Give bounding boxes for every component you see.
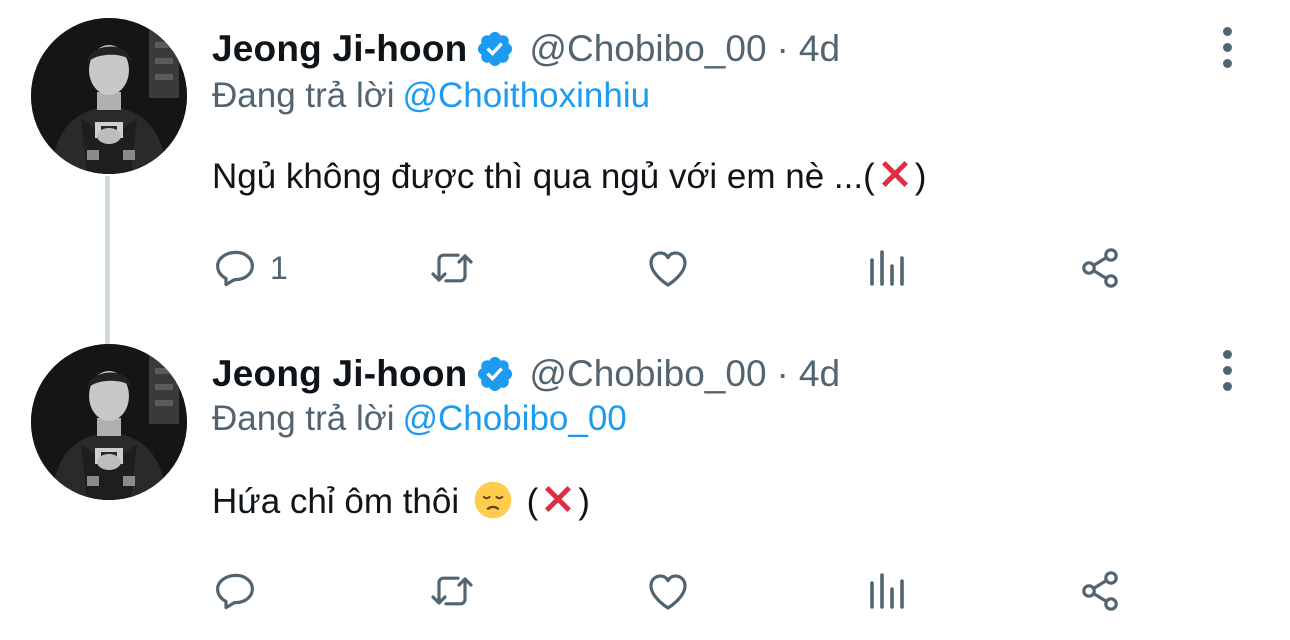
- avatar[interactable]: [31, 344, 187, 500]
- tweet-text: Hứa chỉ ôm thôi (): [212, 479, 590, 522]
- more-vertical-icon-dot: [1222, 58, 1232, 68]
- retweet-icon: [428, 244, 476, 292]
- more-vertical-icon-dot: [1222, 349, 1232, 359]
- disappointed-face-emoji-icon: [473, 480, 513, 520]
- time-separator: ·: [776, 353, 789, 394]
- avatar-image: [31, 18, 187, 174]
- reply-button[interactable]: 1: [212, 240, 288, 296]
- reply-mention-link[interactable]: @Chobibo_00: [402, 399, 626, 438]
- replying-to-label: Đang trả lời: [212, 399, 395, 438]
- retweet-button[interactable]: [428, 563, 476, 619]
- cross-mark-emoji-icon: [875, 154, 915, 194]
- stats-button[interactable]: [862, 240, 910, 296]
- reply-button[interactable]: [212, 563, 270, 619]
- share-button[interactable]: [1076, 563, 1124, 619]
- more-vertical-icon-dot: [1222, 381, 1232, 391]
- author-handle[interactable]: @Chobibo_00: [529, 353, 766, 395]
- stats-icon: [862, 244, 910, 292]
- reply-icon: [212, 567, 260, 615]
- tweet-actions: 1: [212, 240, 1132, 296]
- replying-to-label: Đang trả lời: [212, 76, 395, 115]
- more-vertical-icon-dot: [1222, 26, 1232, 36]
- tweet[interactable]: Jeong Ji-hoon @Chobibo_00 · 4d Đang trả …: [0, 330, 1290, 640]
- tweet-header: Jeong Ji-hoon @Chobibo_00 · 4d: [212, 24, 840, 74]
- verified-badge-icon: [475, 354, 515, 394]
- tweet-header: Jeong Ji-hoon @Chobibo_00 · 4d: [212, 349, 840, 399]
- retweet-button[interactable]: [428, 240, 476, 296]
- time-separator: ·: [776, 28, 789, 69]
- reply-mention-link[interactable]: @Choithoxinhiu: [402, 76, 650, 115]
- stats-icon: [862, 567, 910, 615]
- avatar[interactable]: [31, 18, 187, 174]
- reply-icon: [212, 244, 260, 292]
- more-options-button[interactable]: [1210, 345, 1244, 395]
- stats-button[interactable]: [862, 563, 910, 619]
- like-button[interactable]: [644, 563, 692, 619]
- share-button[interactable]: [1076, 240, 1124, 296]
- more-vertical-icon-dot: [1222, 365, 1232, 375]
- heart-icon: [644, 567, 692, 615]
- share-icon: [1076, 244, 1124, 292]
- like-button[interactable]: [644, 240, 692, 296]
- thread-connector-line: [105, 176, 110, 346]
- author-name[interactable]: Jeong Ji-hoon: [212, 353, 467, 395]
- tweet[interactable]: Jeong Ji-hoon @Chobibo_00 · 4d Đang trả …: [0, 0, 1290, 346]
- verified-badge-icon: [475, 29, 515, 69]
- tweet-actions: [212, 563, 1132, 619]
- heart-icon: [644, 244, 692, 292]
- tweet-text-part: ): [914, 157, 927, 196]
- replying-to-line: Đang trả lời @Chobibo_00: [212, 399, 627, 439]
- cross-mark-emoji-icon: [538, 479, 578, 519]
- tweet-text-part: ): [578, 482, 590, 521]
- tweet-text-part: (: [526, 482, 539, 521]
- author-handle[interactable]: @Chobibo_00: [529, 28, 766, 70]
- tweet-timestamp[interactable]: 4d: [799, 353, 840, 395]
- tweet-text: Ngủ không được thì qua ngủ với em nè ...…: [212, 154, 926, 197]
- avatar-image: [31, 344, 187, 500]
- tweet-timestamp[interactable]: 4d: [799, 28, 840, 70]
- author-name[interactable]: Jeong Ji-hoon: [212, 28, 467, 70]
- reply-count: 1: [270, 249, 288, 286]
- share-icon: [1076, 567, 1124, 615]
- more-options-button[interactable]: [1210, 22, 1244, 72]
- tweet-text-part: Hứa chỉ ôm thôi: [212, 482, 460, 521]
- retweet-icon: [428, 567, 476, 615]
- replying-to-line: Đang trả lời @Choithoxinhiu: [212, 76, 650, 116]
- tweet-text-part: Ngủ không được thì qua ngủ với em nè ...…: [212, 157, 875, 196]
- more-vertical-icon-dot: [1222, 42, 1232, 52]
